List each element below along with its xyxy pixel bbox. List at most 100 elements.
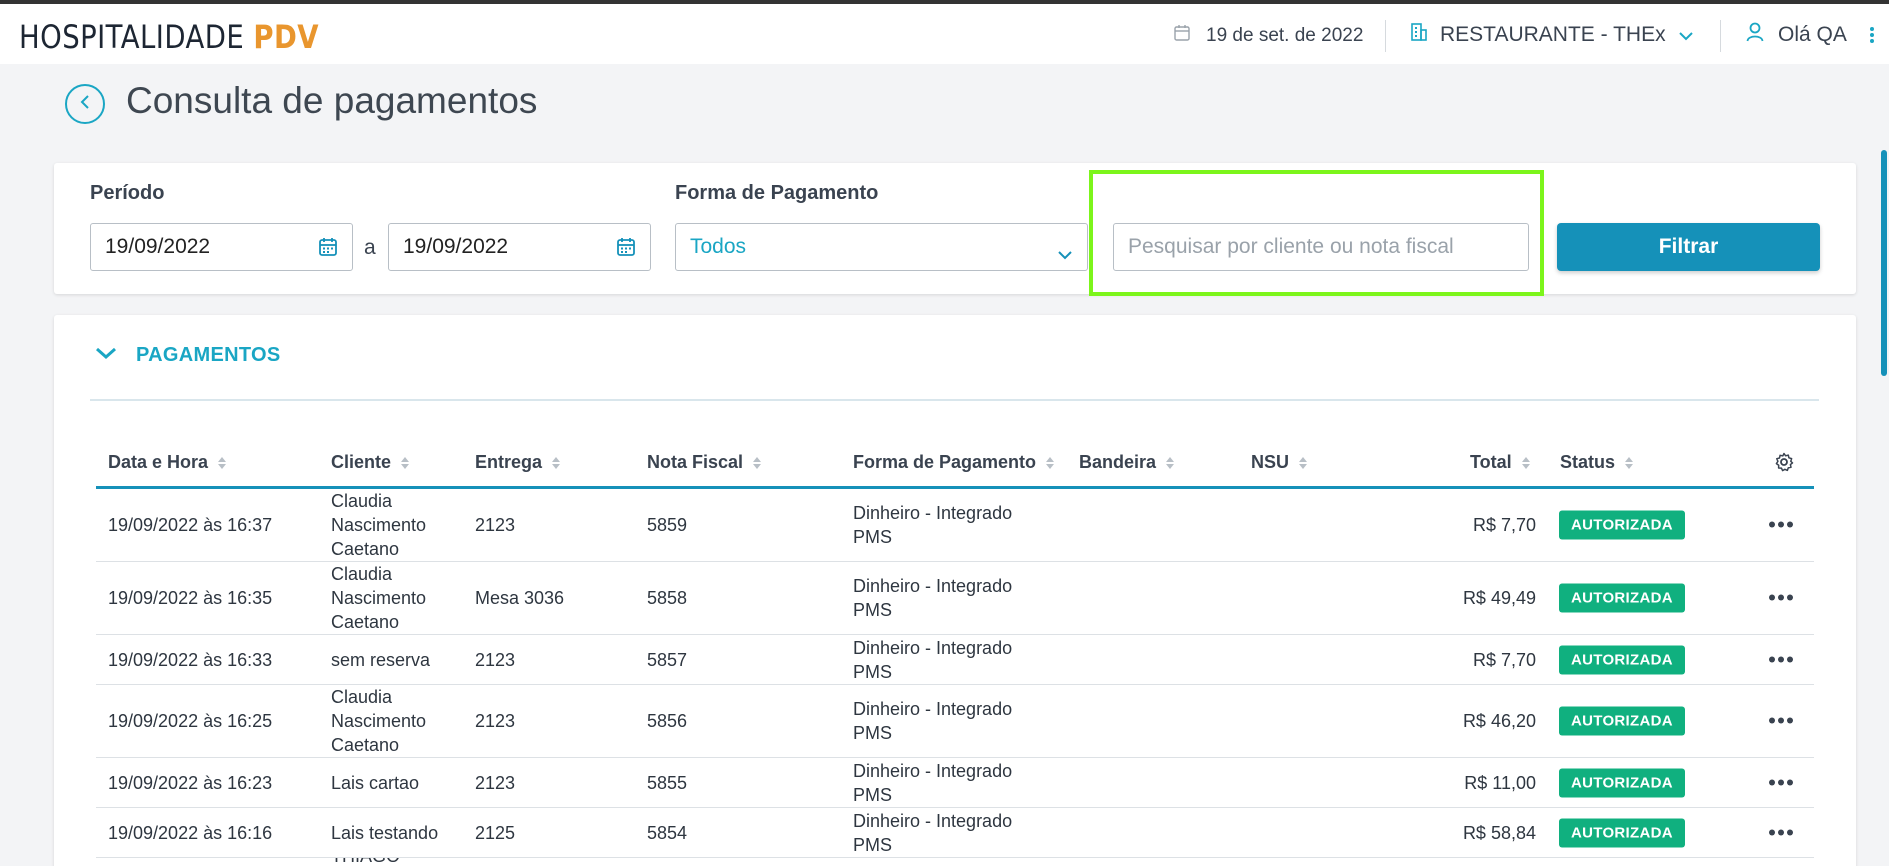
filter-button[interactable]: Filtrar [1557, 223, 1820, 271]
status-badge: AUTORIZADA [1559, 768, 1685, 797]
cell-invoice: 5857 [647, 649, 688, 670]
column-header-label: Cliente [331, 452, 392, 472]
header-divider [1720, 20, 1721, 52]
payment-method-value: Todos [690, 235, 747, 258]
column-header-invoice[interactable]: Nota Fiscal [647, 452, 762, 473]
more-options-icon[interactable] [1769, 779, 1793, 786]
column-header-payment-method[interactable]: Forma de Pagamento [853, 452, 1055, 473]
header-date: 19 de set. de 2022 [1174, 24, 1363, 48]
cell-datetime: 19/09/2022 às 16:25 [108, 711, 273, 731]
sort-icon [1625, 456, 1634, 469]
cell-payment-method: Dinheiro - Integrado PMS [853, 576, 1013, 620]
sort-icon [753, 456, 762, 469]
cell-delivery: 2123 [475, 711, 516, 731]
column-header-label: Nota Fiscal [647, 452, 744, 472]
cell-client: Claudia Nascimento Caetano [331, 491, 427, 559]
cell-delivery: Mesa 3036 [475, 588, 565, 608]
vertical-scrollbar[interactable] [1881, 150, 1887, 376]
restaurant-name: RESTAURANTE - THEx [1440, 23, 1666, 46]
user-greeting: Olá QA [1778, 23, 1847, 46]
column-settings-gear-icon[interactable] [1774, 452, 1794, 472]
cell-client: Lais cartao [331, 772, 420, 793]
date-from-field[interactable]: 19/09/2022 [90, 223, 353, 271]
cell-client: THIAGO [331, 858, 400, 866]
cell-delivery: 2123 [475, 772, 516, 793]
cell-payment-method: Dinheiro - Integrado PMS [853, 760, 1013, 805]
period-label: Período [90, 182, 165, 204]
date-to-field[interactable]: 19/09/2022 [388, 223, 651, 271]
search-input[interactable] [1113, 223, 1529, 271]
sort-icon [218, 456, 227, 469]
column-header-total[interactable]: Total [1470, 452, 1530, 473]
table-row[interactable]: 19/09/2022 às 16:23 Lais cartao 2123 585… [96, 758, 1814, 808]
sort-icon [401, 456, 410, 469]
cell-datetime: 19/09/2022 às 16:37 [108, 515, 273, 535]
user-icon [1746, 22, 1764, 48]
brand-name: HOSPITALIDADE [19, 18, 245, 56]
sort-icon [1166, 456, 1175, 469]
sort-icon [1521, 456, 1530, 469]
cell-delivery: 2123 [475, 649, 516, 670]
payments-section-toggle[interactable]: PAGAMENTOS [94, 344, 281, 367]
cell-payment-method: Dinheiro - Integrado PMS [853, 810, 1013, 855]
column-header-nsu[interactable]: NSU [1251, 452, 1308, 473]
table-row[interactable]: 19/09/2022 às 16:37 Claudia Nascimento C… [96, 489, 1814, 562]
more-options-icon[interactable] [1769, 829, 1793, 836]
column-header-client[interactable]: Cliente [331, 452, 410, 473]
building-icon [1410, 22, 1428, 48]
page-title: Consulta de pagamentos [126, 80, 538, 121]
cell-client: Lais testando [331, 822, 439, 843]
table-row[interactable]: THIAGO [96, 858, 1814, 866]
table-row[interactable]: 19/09/2022 às 16:33 sem reserva 2123 585… [96, 635, 1814, 685]
cell-invoice: 5858 [647, 588, 688, 608]
status-badge: AUTORIZADA [1559, 510, 1685, 540]
more-options-icon[interactable] [1769, 594, 1793, 601]
calendar-icon[interactable] [318, 237, 338, 263]
cell-payment-method: Dinheiro - Integrado PMS [853, 637, 1013, 682]
more-options-icon[interactable] [1769, 656, 1793, 663]
column-header-delivery[interactable]: Entrega [475, 452, 561, 473]
cell-delivery: 2123 [475, 515, 516, 535]
cell-datetime: 19/09/2022 às 16:33 [108, 649, 273, 670]
restaurant-selector[interactable]: RESTAURANTE - THEx [1410, 22, 1694, 48]
cell-invoice: 5855 [647, 772, 688, 793]
kebab-menu-icon[interactable] [1869, 26, 1875, 49]
cell-client: Claudia Nascimento Caetano [331, 564, 427, 632]
status-badge: AUTORIZADA [1559, 706, 1685, 736]
cell-invoice: 5854 [647, 822, 688, 843]
cell-total: R$ 7,70 [1472, 515, 1536, 535]
column-header-card-brand[interactable]: Bandeira [1079, 452, 1175, 473]
cell-client: Claudia Nascimento Caetano [331, 687, 427, 755]
cell-total: R$ 49,49 [1462, 588, 1536, 608]
table-row[interactable]: 19/09/2022 às 16:25 Claudia Nascimento C… [96, 685, 1814, 758]
cell-invoice: 5859 [647, 515, 688, 535]
column-header-label: Bandeira [1079, 452, 1157, 472]
column-header-status[interactable]: Status [1560, 452, 1634, 473]
status-badge: AUTORIZADA [1559, 818, 1685, 847]
cell-total: R$ 58,84 [1462, 822, 1536, 843]
status-badge: AUTORIZADA [1559, 583, 1685, 613]
brand-accent: PDV [253, 18, 319, 56]
table-row[interactable]: 19/09/2022 às 16:35 Claudia Nascimento C… [96, 562, 1814, 635]
more-options-icon[interactable] [1769, 717, 1793, 724]
cell-client: sem reserva [331, 649, 431, 670]
calendar-icon [1174, 24, 1190, 48]
calendar-icon[interactable] [616, 237, 636, 263]
sort-icon [552, 456, 561, 469]
chevron-down-icon [1057, 242, 1073, 266]
header-divider [1385, 20, 1386, 52]
cell-total: R$ 46,20 [1462, 711, 1536, 731]
user-menu[interactable]: Olá QA [1746, 22, 1847, 48]
payment-method-select[interactable]: Todos [675, 223, 1088, 271]
column-header-label: Data e Hora [108, 452, 209, 472]
cell-total: R$ 11,00 [1464, 772, 1536, 793]
cell-invoice: 5856 [647, 711, 688, 731]
chevron-down-icon [1678, 23, 1694, 47]
column-header-datetime[interactable]: Data e Hora [108, 452, 227, 473]
sort-icon [1299, 456, 1308, 469]
more-options-icon[interactable] [1769, 521, 1793, 528]
table-row[interactable]: 19/09/2022 às 16:16 Lais testando 2125 5… [96, 808, 1814, 858]
back-button[interactable] [65, 84, 105, 124]
date-from-value: 19/09/2022 [105, 235, 211, 258]
column-header-label: Entrega [475, 452, 543, 472]
